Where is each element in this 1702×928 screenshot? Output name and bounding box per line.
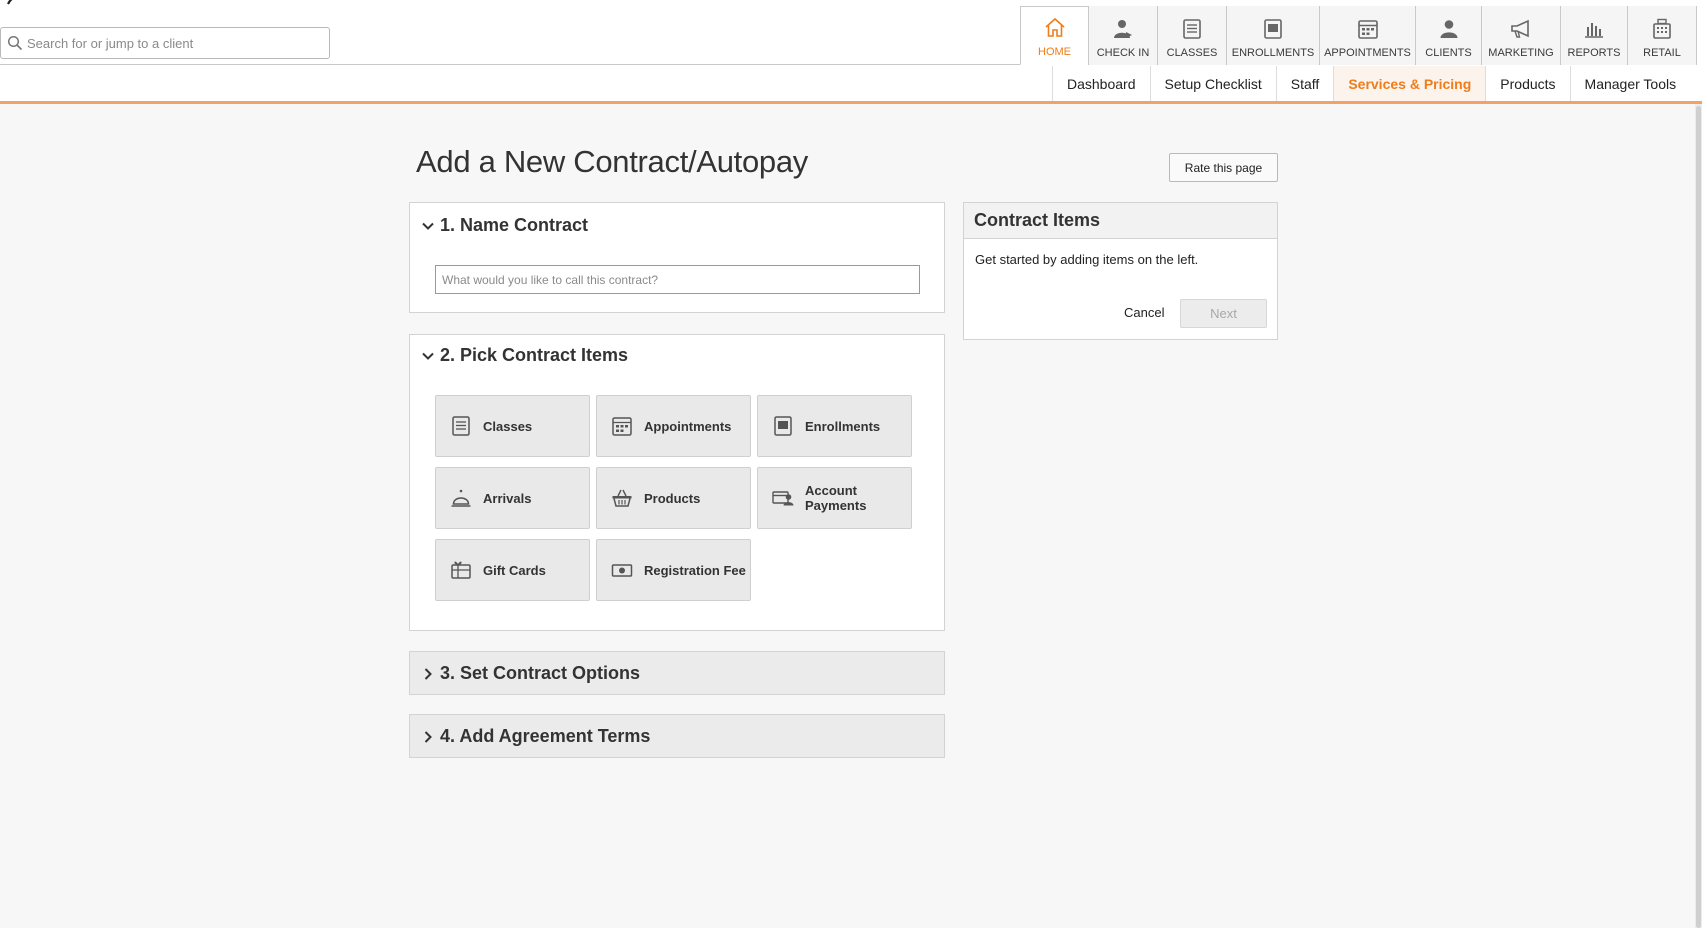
item-gift-cards-button[interactable]: Gift Cards (435, 539, 590, 601)
bar-chart-icon (1582, 17, 1606, 41)
nav-tab-classes[interactable]: CLASSES (1157, 6, 1226, 65)
clients-icon (1437, 17, 1461, 41)
name-contract-header[interactable]: 1. Name Contract (421, 215, 588, 236)
service-bell-icon (450, 487, 472, 509)
contract-options-section[interactable]: 3. Set Contract Options (409, 651, 945, 695)
chevron-down-icon (422, 352, 434, 360)
subnav-setup-checklist[interactable]: Setup Checklist (1149, 66, 1276, 101)
contract-options-header[interactable]: 3. Set Contract Options (421, 663, 640, 684)
nav-tab-appointments[interactable]: APPOINTMENTS (1319, 6, 1415, 65)
nav-tab-home[interactable]: HOME (1020, 6, 1088, 65)
next-button[interactable]: Next (1180, 299, 1267, 328)
section-title: 2. Pick Contract Items (440, 345, 629, 365)
item-registration-fee-button[interactable]: Registration Fee (596, 539, 751, 601)
item-label: Arrivals (483, 490, 532, 506)
header-divider (0, 64, 1020, 65)
client-search[interactable] (0, 27, 330, 59)
item-label: Classes (483, 418, 533, 434)
section-title: 1. Name Contract (440, 215, 589, 235)
subnav-services-pricing[interactable]: Services & Pricing (1333, 66, 1486, 101)
nav-tab-label: MARKETING (1488, 47, 1554, 59)
appointments-icon (611, 415, 633, 437)
item-label: Products (644, 490, 701, 506)
enrollments-icon (772, 415, 794, 437)
nav-tab-label: RETAIL (1643, 47, 1681, 59)
chevron-down-icon (422, 222, 434, 230)
nav-tab-label: APPOINTMENTS (1324, 47, 1411, 59)
item-classes-button[interactable]: Classes (435, 395, 590, 457)
subnav-manager-tools[interactable]: Manager Tools (1569, 66, 1691, 101)
nav-tab-label: HOME (1038, 46, 1071, 58)
contract-items-title: Contract Items (964, 203, 1277, 239)
nav-tab-marketing[interactable]: MARKETING (1481, 6, 1560, 65)
megaphone-icon (1509, 17, 1533, 41)
sub-nav: Dashboard Setup Checklist Staff Services… (1052, 66, 1690, 101)
page-title: Add a New Contract/Autopay (416, 144, 808, 179)
item-products-button[interactable]: Products (596, 467, 751, 529)
nav-tab-label: CHECK IN (1096, 47, 1150, 59)
item-appointments-button[interactable]: Appointments (596, 395, 751, 457)
classes-icon (1180, 17, 1204, 41)
pick-items-section: 2. Pick Contract Items Classes Appointme… (409, 334, 945, 631)
subnav-dashboard[interactable]: Dashboard (1052, 66, 1150, 101)
register-icon (1650, 17, 1674, 41)
search-icon (7, 35, 23, 51)
gift-card-icon (450, 559, 472, 581)
item-label: Registration Fee (644, 562, 746, 578)
search-input[interactable] (27, 29, 329, 57)
agreement-terms-header[interactable]: 4. Add Agreement Terms (421, 726, 650, 747)
check-in-icon (1111, 17, 1135, 41)
item-label: Appointments (644, 418, 732, 434)
chevron-right-icon (424, 667, 432, 680)
logo-icon (7, 0, 13, 5)
item-enrollments-button[interactable]: Enrollments (757, 395, 912, 457)
item-arrivals-button[interactable]: Arrivals (435, 467, 590, 529)
main-nav: HOME CHECK IN CLASSES ENROLLMENTS APPOIN… (1020, 6, 1697, 65)
app-header: HOME CHECK IN CLASSES ENROLLMENTS APPOIN… (0, 0, 1702, 104)
contract-items-empty-text: Get started by adding items on the left. (975, 252, 1199, 267)
nav-tab-check-in[interactable]: CHECK IN (1088, 6, 1157, 65)
contract-item-grid: Classes Appointments Enrollments Arrival… (435, 395, 912, 601)
enrollments-icon (1261, 17, 1285, 41)
accent-divider (0, 101, 1702, 104)
item-label: Enrollments (805, 418, 881, 434)
item-label: Account Payments (805, 483, 867, 513)
rate-page-button[interactable]: Rate this page (1169, 153, 1278, 182)
basket-icon (611, 487, 633, 509)
scrollbar-thumb[interactable] (1696, 106, 1701, 928)
item-label: Gift Cards (483, 562, 546, 578)
nav-tab-label: CLASSES (1166, 47, 1218, 59)
section-title: 3. Set Contract Options (440, 663, 641, 683)
nav-tab-label: ENROLLMENTS (1231, 47, 1315, 59)
home-icon (1043, 16, 1067, 40)
nav-tab-label: REPORTS (1567, 47, 1621, 59)
name-contract-section: 1. Name Contract (409, 202, 945, 313)
agreement-terms-section[interactable]: 4. Add Agreement Terms (409, 714, 945, 758)
pick-items-header[interactable]: 2. Pick Contract Items (421, 345, 628, 366)
nav-tab-reports[interactable]: REPORTS (1560, 6, 1627, 65)
chevron-right-icon (424, 730, 432, 743)
cancel-button[interactable]: Cancel (1124, 305, 1164, 320)
item-account-payments-button[interactable]: Account Payments (757, 467, 912, 529)
contract-name-input[interactable] (435, 265, 920, 294)
appointments-icon (1356, 17, 1380, 41)
section-title: 4. Add Agreement Terms (440, 726, 651, 746)
classes-icon (450, 415, 472, 437)
nav-tab-label: CLIENTS (1425, 47, 1472, 59)
account-payments-icon (772, 487, 794, 509)
subnav-staff[interactable]: Staff (1275, 66, 1334, 101)
cash-icon (611, 559, 633, 581)
subnav-products[interactable]: Products (1485, 66, 1569, 101)
nav-tab-retail[interactable]: RETAIL (1627, 6, 1697, 65)
nav-tab-enrollments[interactable]: ENROLLMENTS (1226, 6, 1319, 65)
nav-tab-clients[interactable]: CLIENTS (1415, 6, 1481, 65)
